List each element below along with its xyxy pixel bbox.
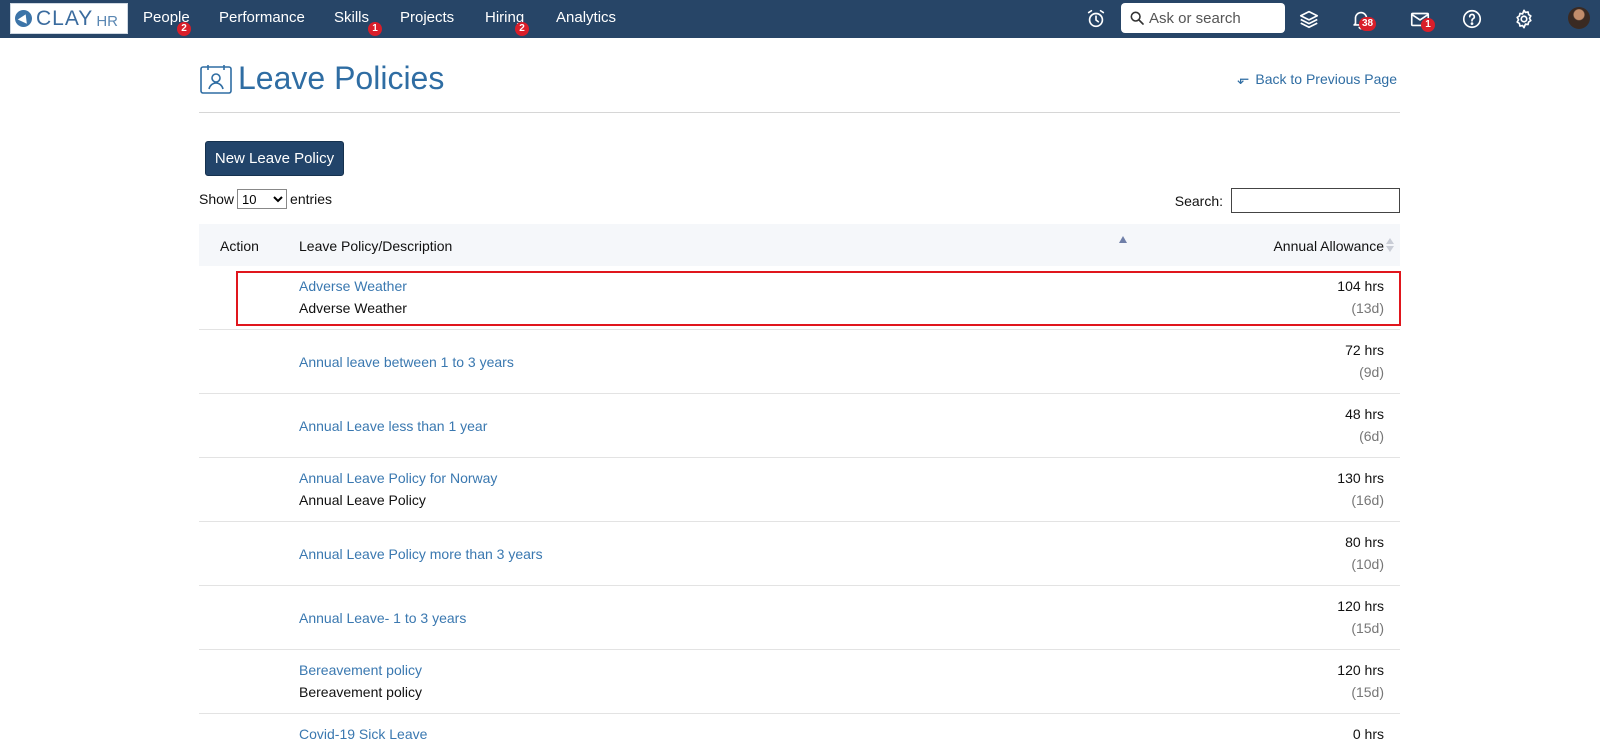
allowance-days: (16d) (1351, 492, 1384, 508)
policy-name-link[interactable]: Adverse Weather (299, 278, 407, 294)
logo-mark-icon (15, 10, 32, 27)
bell-icon[interactable]: 38 (1350, 8, 1377, 31)
table-row: Adverse Weather Adverse Weather 104 hrs … (199, 266, 1400, 330)
back-arrow-icon: ⬐ (1236, 71, 1250, 88)
column-header-action: Action (220, 238, 259, 254)
entries-per-page-select[interactable]: 10 25 50 100 (237, 189, 288, 209)
table-row: Annual Leave- 1 to 3 years 120 hrs (15d) (199, 586, 1400, 650)
policy-description: Adverse Weather (299, 300, 407, 316)
new-leave-policy-button[interactable]: New Leave Policy (205, 141, 344, 176)
sort-unsorted-icon[interactable] (1386, 238, 1394, 252)
nav-analytics[interactable]: Analytics (556, 9, 616, 26)
search-icon (1130, 11, 1144, 25)
nav-people[interactable]: People 2 (143, 9, 191, 36)
nav-hiring-badge: 2 (515, 22, 529, 36)
sort-ascending-icon[interactable] (1119, 236, 1127, 243)
allowance-days: (9d) (1359, 364, 1384, 380)
nav-skills-badge: 1 (368, 22, 382, 36)
nav-hiring[interactable]: Hiring 2 (485, 9, 529, 36)
table-row: Covid-19 Sick Leave 0 hrs (199, 714, 1400, 743)
table-row: Annual Leave less than 1 year 48 hrs (6d… (199, 394, 1400, 458)
nav-skills-label: Skills (334, 9, 370, 26)
allowance-hours: 120 hrs (1337, 662, 1384, 678)
gear-icon[interactable] (1513, 8, 1535, 30)
allowance-days: (10d) (1351, 556, 1384, 572)
table-search-input[interactable] (1231, 188, 1400, 213)
show-entries-control: Show 10 25 50 100 entries (199, 189, 332, 209)
allowance-hours: 72 hrs (1345, 342, 1384, 358)
back-link-label: Back to Previous Page (1255, 71, 1397, 87)
clayhr-logo[interactable]: CLAY HR (10, 3, 128, 34)
top-navigation-bar: CLAY HR People 2 Performance Skills 1 Pr… (0, 0, 1600, 38)
column-header-policy[interactable]: Leave Policy/Description (299, 238, 452, 254)
table-header: Action Leave Policy/Description Annual A… (199, 224, 1400, 266)
policy-description: Annual Leave Policy (299, 492, 426, 508)
column-header-allowance[interactable]: Annual Allowance (1273, 238, 1384, 254)
allowance-days: (13d) (1351, 300, 1384, 316)
table-search: Search: (1175, 188, 1400, 213)
header-divider (199, 112, 1400, 113)
allowance-hours: 80 hrs (1345, 534, 1384, 550)
allowance-days: (6d) (1359, 428, 1384, 444)
help-icon[interactable] (1461, 8, 1483, 30)
table-row: Annual Leave Policy for Norway Annual Le… (199, 458, 1400, 522)
allowance-days: (15d) (1351, 620, 1384, 636)
table-search-label: Search: (1174, 192, 1223, 209)
allowance-hours: 104 hrs (1337, 278, 1384, 294)
policy-description: Bereavement policy (299, 684, 422, 700)
layers-icon[interactable] (1298, 8, 1320, 30)
leave-policy-icon (200, 65, 232, 94)
table-row: Annual Leave Policy more than 3 years 80… (199, 522, 1400, 586)
nav-projects-label: Projects (400, 9, 455, 26)
allowance-hours: 120 hrs (1337, 598, 1384, 614)
nav-performance-label: Performance (219, 9, 305, 26)
nav-people-badge: 2 (177, 22, 191, 36)
policy-name-link[interactable]: Covid-19 Sick Leave (299, 726, 427, 742)
entries-label: entries (290, 191, 333, 207)
allowance-hours: 48 hrs (1345, 406, 1384, 422)
allowance-hours: 130 hrs (1337, 470, 1384, 486)
policy-name-link[interactable]: Annual Leave Policy for Norway (299, 470, 497, 486)
global-search-input[interactable] (1149, 9, 1279, 27)
logo-suffix: HR (96, 12, 118, 30)
policy-name-link[interactable]: Bereavement policy (299, 662, 422, 678)
nav-skills[interactable]: Skills 1 (334, 9, 382, 36)
policy-name-link[interactable]: Annual Leave Policy more than 3 years (299, 546, 543, 562)
alarm-clock-icon[interactable] (1085, 8, 1107, 30)
table-row: Annual leave between 1 to 3 years 72 hrs… (199, 330, 1400, 394)
allowance-hours: 0 hrs (1352, 726, 1384, 742)
nav-performance[interactable]: Performance (219, 9, 305, 26)
messages-badge: 1 (1421, 18, 1435, 32)
global-search[interactable] (1121, 3, 1285, 33)
page-title: Leave Policies (238, 60, 445, 96)
notifications-badge: 38 (1359, 17, 1377, 31)
mail-icon[interactable]: 1 (1409, 8, 1435, 32)
table-row: Bereavement policy Bereavement policy 12… (199, 650, 1400, 714)
allowance-days: (15d) (1351, 684, 1384, 700)
nav-projects[interactable]: Projects (400, 9, 454, 26)
policy-name-link[interactable]: Annual leave between 1 to 3 years (299, 354, 514, 370)
user-avatar[interactable] (1568, 7, 1590, 29)
nav-analytics-label: Analytics (556, 9, 617, 26)
show-label: Show (199, 191, 235, 207)
logo-text: CLAY (36, 6, 94, 30)
back-to-previous-page-link[interactable]: ⬐ Back to Previous Page (1237, 70, 1397, 88)
policy-name-link[interactable]: Annual Leave less than 1 year (299, 418, 487, 434)
policy-name-link[interactable]: Annual Leave- 1 to 3 years (299, 610, 466, 626)
